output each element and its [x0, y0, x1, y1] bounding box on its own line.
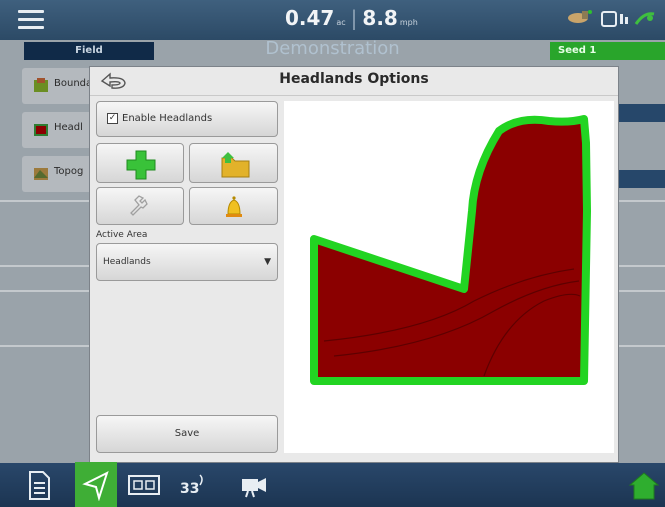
plus-icon: [126, 150, 156, 180]
wrench-icon: [130, 195, 148, 216]
edit-headland-button[interactable]: [96, 187, 184, 225]
headlands-icon: [34, 124, 48, 136]
bell-icon: [226, 196, 242, 217]
dropdown-arrow-icon: ▼: [264, 257, 271, 267]
checkbox-check-icon: ✓: [107, 112, 118, 124]
svg-text:33: 33: [180, 481, 199, 497]
area-unit: ac: [336, 18, 346, 27]
top-bar: 0.47 ac | 8.8 mph: [0, 0, 665, 40]
speed-area-readout: 0.47 ac | 8.8 mph: [285, 6, 418, 30]
video-camera-icon[interactable]: [236, 469, 272, 501]
title-divider: [90, 95, 618, 96]
field-polygon: [310, 115, 591, 385]
headlands-options-dialog: Headlands Options ✓ Enable Headlands Acti…: [89, 66, 619, 463]
add-headland-button[interactable]: [96, 143, 184, 183]
hamburger-menu-icon[interactable]: [18, 10, 44, 30]
active-area-value: Headlands: [103, 257, 151, 267]
speed-unit: mph: [399, 18, 418, 27]
load-headland-button[interactable]: [189, 143, 278, 183]
headlands-label: Headl: [54, 122, 83, 133]
area-value: 0.47: [285, 6, 335, 30]
folder-icon: [221, 152, 250, 178]
status-icons[interactable]: [600, 6, 660, 34]
field-map[interactable]: [284, 101, 614, 453]
seed-tab[interactable]: Seed 1: [550, 42, 665, 60]
enable-headlands-checkbox[interactable]: ✓ Enable Headlands: [96, 101, 278, 137]
active-area-dropdown[interactable]: Headlands ▼: [96, 243, 278, 281]
speed-value: 8.8: [362, 6, 398, 30]
boundary-label: Bounda: [54, 78, 93, 89]
dialog-title: Headlands Options: [279, 71, 429, 87]
background-stripe: [618, 104, 665, 122]
active-area-label: Active Area: [96, 230, 148, 240]
home-icon[interactable]: [626, 469, 662, 501]
split-screen-icon[interactable]: [126, 469, 162, 501]
enable-headlands-label: Enable Headlands: [122, 113, 213, 124]
headlands-map[interactable]: [284, 101, 614, 453]
navigation-arrow-icon[interactable]: [79, 469, 115, 501]
boundary-icon: [34, 78, 48, 92]
document-icon[interactable]: [20, 469, 56, 501]
yield-icon[interactable]: 33: [176, 469, 212, 501]
topography-label: Topog: [54, 166, 84, 177]
background-stripe: [618, 170, 665, 188]
satellite-icon[interactable]: [566, 8, 594, 26]
topography-icon: [34, 168, 48, 180]
alert-headland-button[interactable]: [189, 187, 278, 225]
save-button[interactable]: Save: [96, 415, 278, 453]
